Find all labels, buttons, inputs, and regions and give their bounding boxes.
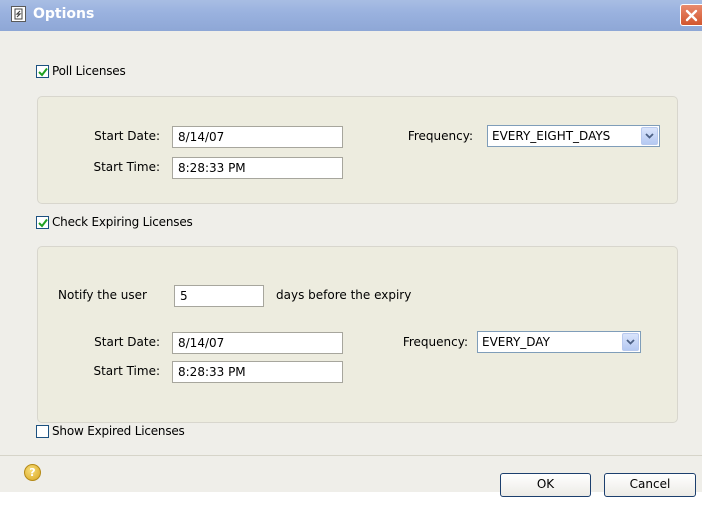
- expiring-frequency-label: Frequency:: [402, 335, 468, 349]
- window-title: Options: [33, 6, 95, 22]
- expiring-frequency-value: EVERY_DAY: [482, 335, 550, 349]
- poll-licenses-checkbox-row[interactable]: Poll Licenses: [36, 64, 126, 78]
- poll-start-date-label: Start Date:: [94, 129, 160, 143]
- poll-licenses-label: Poll Licenses: [52, 64, 126, 78]
- chevron-down-icon[interactable]: [622, 333, 639, 351]
- checkmark-icon: [38, 67, 48, 77]
- close-button[interactable]: [680, 4, 702, 26]
- cancel-button[interactable]: Cancel: [604, 473, 696, 497]
- checkmark-icon: [38, 218, 48, 228]
- check-expiring-checkbox[interactable]: [36, 215, 49, 229]
- help-icon[interactable]: ?: [24, 464, 41, 481]
- dialog-footer: [0, 456, 702, 492]
- poll-frequency-value: EVERY_EIGHT_DAYS: [492, 129, 611, 143]
- options-dialog: Options Poll Licenses Start Date: 8/14/0…: [0, 0, 702, 497]
- expiring-frequency-select[interactable]: EVERY_DAY: [477, 331, 641, 353]
- check-expiring-group: Notify the user 5 days before the expiry…: [37, 246, 678, 423]
- close-icon: [685, 9, 698, 22]
- poll-start-date-field[interactable]: 8/14/07: [172, 126, 343, 148]
- chevron-down-icon[interactable]: [641, 127, 658, 145]
- notify-days-field[interactable]: 5: [174, 285, 264, 307]
- expiring-start-date-label: Start Date:: [94, 335, 160, 349]
- show-expired-label: Show Expired Licenses: [52, 424, 185, 438]
- expiring-start-time-field[interactable]: 8:28:33 PM: [172, 361, 343, 383]
- show-expired-checkbox-row[interactable]: Show Expired Licenses: [36, 424, 185, 438]
- check-expiring-label: Check Expiring Licenses: [52, 215, 193, 229]
- expiring-start-date-field[interactable]: 8/14/07: [172, 332, 343, 354]
- poll-start-time-field[interactable]: 8:28:33 PM: [172, 157, 343, 179]
- check-expiring-checkbox-row[interactable]: Check Expiring Licenses: [36, 215, 193, 229]
- notify-label: Notify the user: [58, 288, 147, 302]
- title-bar[interactable]: Options: [0, 0, 702, 31]
- poll-licenses-checkbox[interactable]: [36, 64, 49, 78]
- show-expired-checkbox[interactable]: [36, 424, 49, 438]
- options-body: Poll Licenses Start Date: 8/14/07 Start …: [0, 31, 702, 455]
- poll-frequency-label: Frequency:: [407, 129, 473, 143]
- notify-suffix-label: days before the expiry: [276, 288, 412, 302]
- poll-frequency-select[interactable]: EVERY_EIGHT_DAYS: [487, 125, 660, 147]
- expiring-start-time-label: Start Time:: [93, 364, 160, 378]
- poll-licenses-group: Start Date: 8/14/07 Start Time: 8:28:33 …: [37, 96, 678, 204]
- poll-start-time-label: Start Time:: [93, 160, 160, 174]
- ok-button[interactable]: OK: [500, 473, 591, 497]
- options-window-icon: [11, 6, 26, 22]
